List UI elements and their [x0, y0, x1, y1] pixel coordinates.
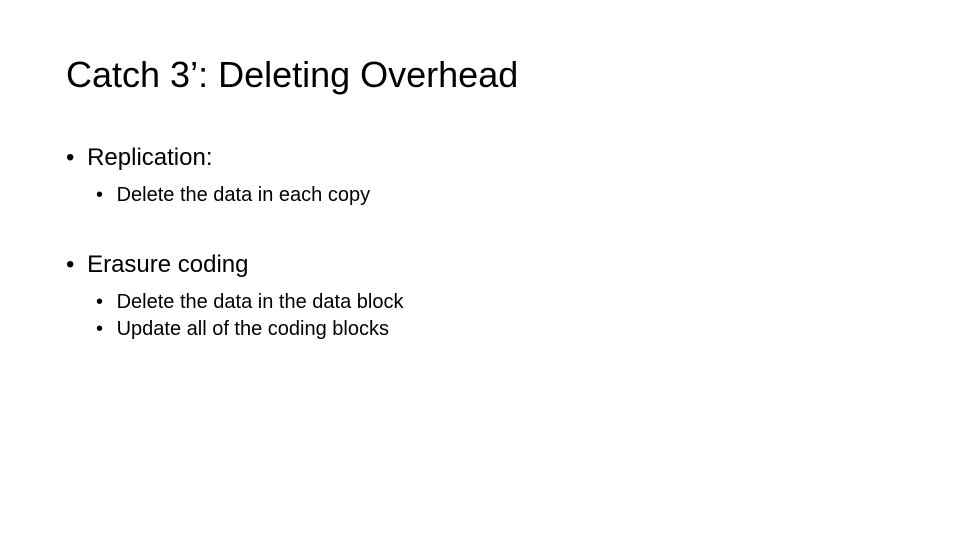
- slide-title: Catch 3’: Deleting Overhead: [66, 54, 894, 96]
- list-item-label: Update all of the coding blocks: [117, 318, 389, 340]
- list-item-label: Delete the data in the data block: [117, 291, 404, 313]
- sub-bullet-list: Delete the data in the data block Update…: [96, 291, 894, 341]
- list-item: Delete the data in each copy: [96, 184, 894, 207]
- list-item-label: Erasure coding: [87, 251, 248, 278]
- list-item-label: Delete the data in each copy: [117, 184, 371, 206]
- bullet-list: Replication: Delete the data in each cop…: [66, 144, 894, 341]
- list-item: Update all of the coding blocks: [96, 318, 894, 341]
- list-item: Delete the data in the data block: [96, 291, 894, 314]
- sub-bullet-list: Delete the data in each copy: [96, 184, 894, 207]
- list-item: Replication: Delete the data in each cop…: [66, 144, 894, 207]
- list-item: Erasure coding Delete the data in the da…: [66, 251, 894, 341]
- list-item-label: Replication:: [87, 144, 212, 171]
